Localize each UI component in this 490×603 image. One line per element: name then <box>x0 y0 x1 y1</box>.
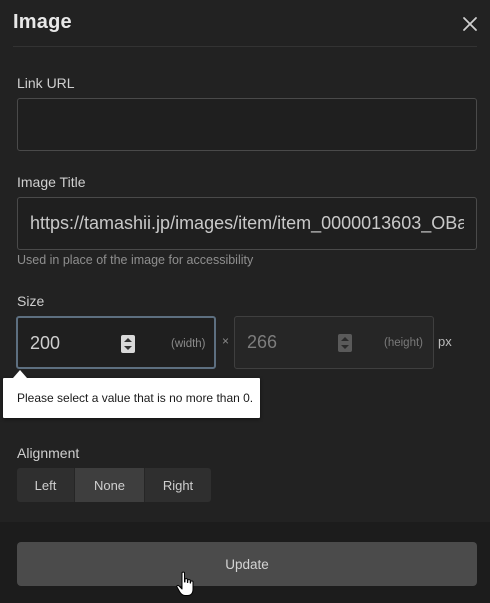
width-value: 200 <box>30 333 61 353</box>
width-note: (width) <box>171 338 206 350</box>
tooltip-arrow <box>13 370 27 378</box>
image-title-label: Image Title <box>17 174 86 190</box>
update-button[interactable]: Update <box>17 542 477 586</box>
image-title-hint: Used in place of the image for accessibi… <box>17 253 254 267</box>
height-stepper[interactable] <box>338 334 352 352</box>
width-stepper[interactable] <box>121 335 135 353</box>
close-icon <box>463 17 477 31</box>
image-dialog: Image Link URL Image Title Used in place… <box>0 0 490 603</box>
image-title-input[interactable] <box>17 197 477 250</box>
alignment-label: Alignment <box>17 445 80 461</box>
stepper-up-icon[interactable] <box>124 338 132 342</box>
dialog-title: Image <box>13 11 72 33</box>
size-separator: × <box>222 334 230 348</box>
size-label: Size <box>17 293 45 309</box>
link-url-input[interactable] <box>17 98 477 151</box>
height-value: 266 <box>247 332 278 352</box>
alignment-toggle-group: Left None Right <box>17 468 211 502</box>
align-left-button[interactable]: Left <box>17 468 75 502</box>
validation-tooltip: Please select a value that is no more th… <box>3 370 260 418</box>
close-button[interactable] <box>458 12 482 36</box>
dialog-footer: Update <box>0 522 490 603</box>
height-input[interactable]: 266 (height) <box>234 316 434 369</box>
align-right-button[interactable]: Right <box>145 468 211 502</box>
link-url-label: Link URL <box>17 75 75 91</box>
size-unit: px <box>438 334 452 349</box>
header-divider <box>13 46 477 47</box>
width-input[interactable]: 200 (width) <box>16 316 216 369</box>
align-none-button[interactable]: None <box>75 468 145 502</box>
stepper-up-icon[interactable] <box>341 337 349 341</box>
dialog-header: Image <box>0 0 490 46</box>
validation-message: Please select a value that is no more th… <box>17 391 254 405</box>
height-note: (height) <box>384 337 423 349</box>
stepper-down-icon[interactable] <box>341 345 349 349</box>
stepper-down-icon[interactable] <box>124 346 132 350</box>
